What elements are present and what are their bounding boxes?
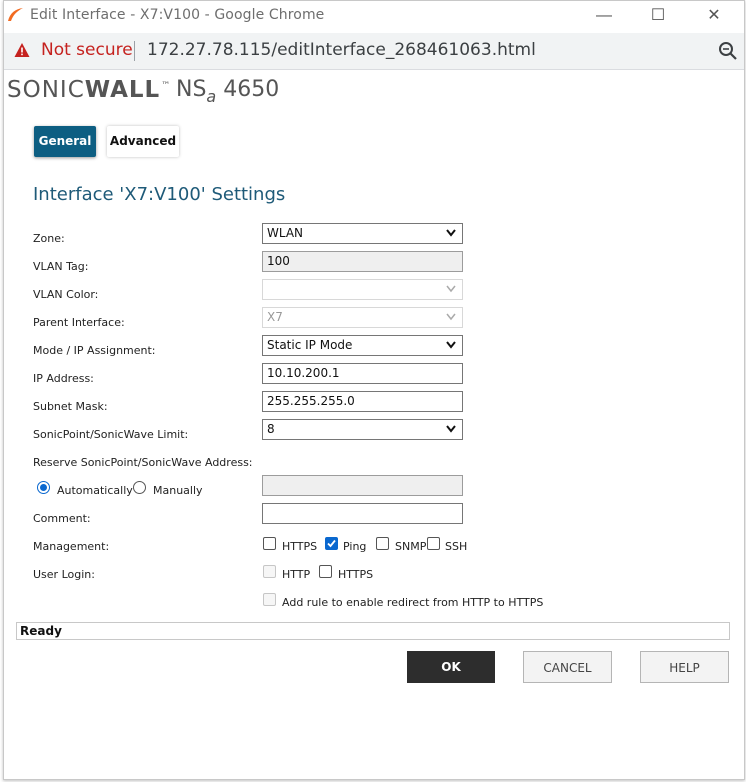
warning-icon[interactable] [14, 42, 30, 58]
redirect-rule-label: Add rule to enable redirect from HTTP to… [282, 596, 544, 609]
parent-interface-select: X7 [262, 307, 463, 328]
vlan-tag-label: VLAN Tag: [33, 260, 89, 273]
parent-interface-value: X7 [267, 310, 283, 324]
ip-address-value: 10.10.200.1 [267, 366, 340, 380]
model-name: NSa 4650 [176, 77, 280, 106]
reserve-address-label: Reserve SonicPoint/SonicWave Address: [33, 456, 253, 469]
chevron-down-icon [446, 285, 456, 293]
ok-button[interactable]: OK [407, 651, 495, 683]
page-title: Interface 'X7:V100' Settings [33, 184, 286, 205]
chevron-down-icon [446, 313, 456, 321]
status-bar: Ready [16, 622, 730, 640]
reserve-manual-radio[interactable] [133, 481, 146, 494]
subnet-mask-input[interactable]: 255.255.255.0 [262, 391, 463, 412]
reserve-manual-label[interactable]: Manually [153, 484, 203, 497]
browser-window: Edit Interface - X7:V100 - Google Chrome… [3, 0, 745, 780]
address-divider [134, 41, 135, 61]
title-bar: Edit Interface - X7:V100 - Google Chrome… [4, 1, 744, 31]
subnet-mask-value: 255.255.255.0 [267, 394, 355, 408]
security-status-label[interactable]: Not secure [41, 40, 133, 60]
redirect-rule-checkbox [263, 593, 276, 606]
vlan-tag-value: 100 [267, 254, 290, 268]
user-login-http-label: HTTP [282, 568, 311, 581]
user-login-http-checkbox [263, 565, 276, 578]
close-button[interactable]: ✕ [694, 3, 734, 29]
vlan-color-label: VLAN Color: [33, 288, 99, 301]
window-title: Edit Interface - X7:V100 - Google Chrome [30, 7, 325, 23]
sonicwall-logo: SONICWALL™ [7, 77, 172, 103]
management-ssh-label[interactable]: SSH [445, 540, 467, 553]
zone-select[interactable]: WLAN [262, 223, 463, 244]
reserve-auto-radio[interactable] [37, 481, 50, 494]
subnet-mask-label: Subnet Mask: [33, 400, 108, 413]
ip-address-label: IP Address: [33, 372, 94, 385]
management-snmp-checkbox[interactable] [376, 537, 389, 550]
mode-value: Static IP Mode [267, 338, 353, 352]
url-text[interactable]: 172.27.78.115/editInterface_268461063.ht… [147, 40, 536, 60]
zone-label: Zone: [33, 232, 65, 245]
comment-label: Comment: [33, 512, 91, 525]
chevron-down-icon [446, 425, 456, 433]
checkmark-icon [327, 539, 336, 548]
reserve-address-field [262, 475, 463, 496]
mode-label: Mode / IP Assignment: [33, 344, 156, 357]
cancel-button[interactable]: CANCEL [523, 651, 612, 683]
chevron-down-icon [446, 229, 456, 237]
management-label: Management: [33, 540, 110, 553]
ip-address-input[interactable]: 10.10.200.1 [262, 363, 463, 384]
vlan-tag-field: 100 [262, 251, 463, 272]
sonicpoint-limit-value: 8 [267, 422, 275, 436]
sonicpoint-limit-label: SonicPoint/SonicWave Limit: [33, 428, 189, 441]
zoom-icon[interactable] [718, 41, 738, 61]
management-https-label[interactable]: HTTPS [282, 540, 317, 553]
status-text: Ready [20, 624, 62, 638]
address-bar[interactable]: Not secure 172.27.78.115/editInterface_2… [4, 33, 744, 70]
help-button[interactable]: HELP [640, 651, 729, 683]
management-ping-checkbox[interactable] [325, 537, 338, 550]
management-ssh-checkbox[interactable] [427, 537, 440, 550]
user-login-https-label[interactable]: HTTPS [338, 568, 373, 581]
comment-input[interactable] [262, 503, 463, 524]
management-snmp-label[interactable]: SNMP [395, 540, 426, 553]
sonicpoint-limit-select[interactable]: 8 [262, 419, 463, 440]
user-login-https-checkbox[interactable] [319, 565, 332, 578]
management-https-checkbox[interactable] [263, 537, 276, 550]
maximize-button[interactable]: ☐ [638, 3, 678, 29]
management-ping-label[interactable]: Ping [343, 540, 366, 553]
tab-advanced[interactable]: Advanced [107, 126, 179, 157]
chevron-down-icon [446, 341, 456, 349]
user-login-label: User Login: [33, 568, 95, 581]
reserve-auto-label[interactable]: Automatically [57, 484, 133, 497]
tab-general[interactable]: General [34, 126, 96, 157]
sonicwall-favicon-icon [8, 8, 23, 21]
zone-value: WLAN [267, 226, 304, 240]
minimize-button[interactable]: — [584, 3, 624, 29]
vlan-color-select [262, 279, 463, 300]
mode-select[interactable]: Static IP Mode [262, 335, 463, 356]
parent-interface-label: Parent Interface: [33, 316, 125, 329]
